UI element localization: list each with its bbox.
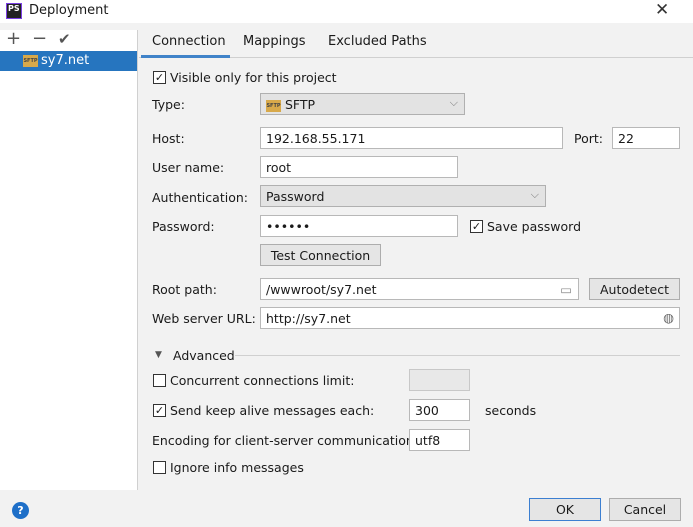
help-icon[interactable]: ? [12, 502, 29, 519]
advanced-divider [235, 355, 680, 356]
concurrent-limit-checkbox[interactable] [153, 374, 166, 387]
title-bar: PS Deployment ✕ [0, 0, 693, 23]
footer: ? OK Cancel [0, 490, 693, 527]
tab-mappings[interactable]: Mappings [243, 34, 306, 49]
advanced-title[interactable]: Advanced [173, 348, 235, 363]
root-path-value: /wwwroot/sy7.net [266, 282, 377, 297]
test-connection-button[interactable]: Test Connection [260, 244, 381, 266]
visible-only-label: Visible only for this project [170, 70, 337, 85]
encoding-label: Encoding for client-server communication… [152, 433, 419, 448]
server-item-sy7[interactable]: SFTP sy7.net [0, 51, 137, 71]
server-list-panel: + − ✔ SFTP sy7.net [0, 28, 138, 490]
password-input[interactable]: •••••• [260, 215, 458, 237]
tab-excluded-paths[interactable]: Excluded Paths [328, 34, 427, 49]
authentication-dropdown[interactable]: Password ⌵ [260, 185, 546, 207]
checkmark-icon[interactable]: ✔ [58, 30, 71, 48]
visible-only-checkbox[interactable]: ✓ [153, 71, 166, 84]
seconds-label: seconds [485, 403, 537, 418]
keep-alive-label: Send keep alive messages each: [170, 403, 375, 418]
save-password-checkbox[interactable]: ✓ [470, 220, 483, 233]
sftp-icon: SFTP [23, 55, 38, 67]
window-title: Deployment [29, 3, 109, 18]
username-label: User name: [152, 160, 225, 175]
tab-connection[interactable]: Connection [152, 34, 226, 49]
add-icon[interactable]: + [6, 28, 21, 49]
host-label: Host: [152, 131, 185, 146]
port-input[interactable]: 22 [612, 127, 680, 149]
collapse-triangle-icon[interactable]: ▼ [155, 350, 162, 360]
host-input[interactable]: 192.168.55.171 [260, 127, 563, 149]
save-password-label: Save password [487, 219, 582, 234]
root-path-input[interactable]: /wwwroot/sy7.net ▭ [260, 278, 579, 300]
authentication-value: Password [266, 189, 325, 204]
encoding-input[interactable]: utf8 [409, 429, 470, 451]
username-input[interactable]: root [260, 156, 458, 178]
password-label: Password: [152, 219, 215, 234]
active-tab-indicator [141, 55, 230, 58]
ok-button[interactable]: OK [529, 498, 601, 521]
remove-icon[interactable]: − [32, 28, 47, 49]
autodetect-button[interactable]: Autodetect [589, 278, 680, 300]
server-name: sy7.net [41, 53, 90, 68]
ignore-info-label: Ignore info messages [170, 460, 304, 475]
web-url-label: Web server URL: [152, 311, 256, 326]
root-path-label: Root path: [152, 282, 217, 297]
close-icon[interactable]: ✕ [655, 0, 669, 20]
globe-icon[interactable]: ◍ [663, 310, 674, 325]
ignore-info-checkbox[interactable] [153, 461, 166, 474]
sftp-icon: SFTP [266, 99, 281, 112]
type-label: Type: [152, 97, 185, 112]
web-url-value: http://sy7.net [266, 311, 351, 326]
keep-alive-checkbox[interactable]: ✓ [153, 404, 166, 417]
chevron-down-icon: ⌵ [449, 96, 458, 109]
tab-bar: Connection Mappings Excluded Paths [139, 30, 693, 58]
port-label: Port: [574, 131, 603, 146]
chevron-down-icon: ⌵ [530, 188, 539, 201]
web-url-input[interactable]: http://sy7.net ◍ [260, 307, 680, 329]
type-value: SFTP [284, 97, 316, 112]
cancel-button[interactable]: Cancel [609, 498, 681, 521]
keep-alive-input[interactable]: 300 [409, 399, 470, 421]
folder-icon[interactable]: ▭ [560, 282, 572, 297]
authentication-label: Authentication: [152, 190, 248, 205]
phpstorm-logo-icon: PS [6, 3, 22, 19]
concurrent-limit-input[interactable] [409, 369, 470, 391]
concurrent-limit-label: Concurrent connections limit: [170, 373, 355, 388]
type-dropdown[interactable]: SFTP SFTP ⌵ [260, 93, 465, 115]
